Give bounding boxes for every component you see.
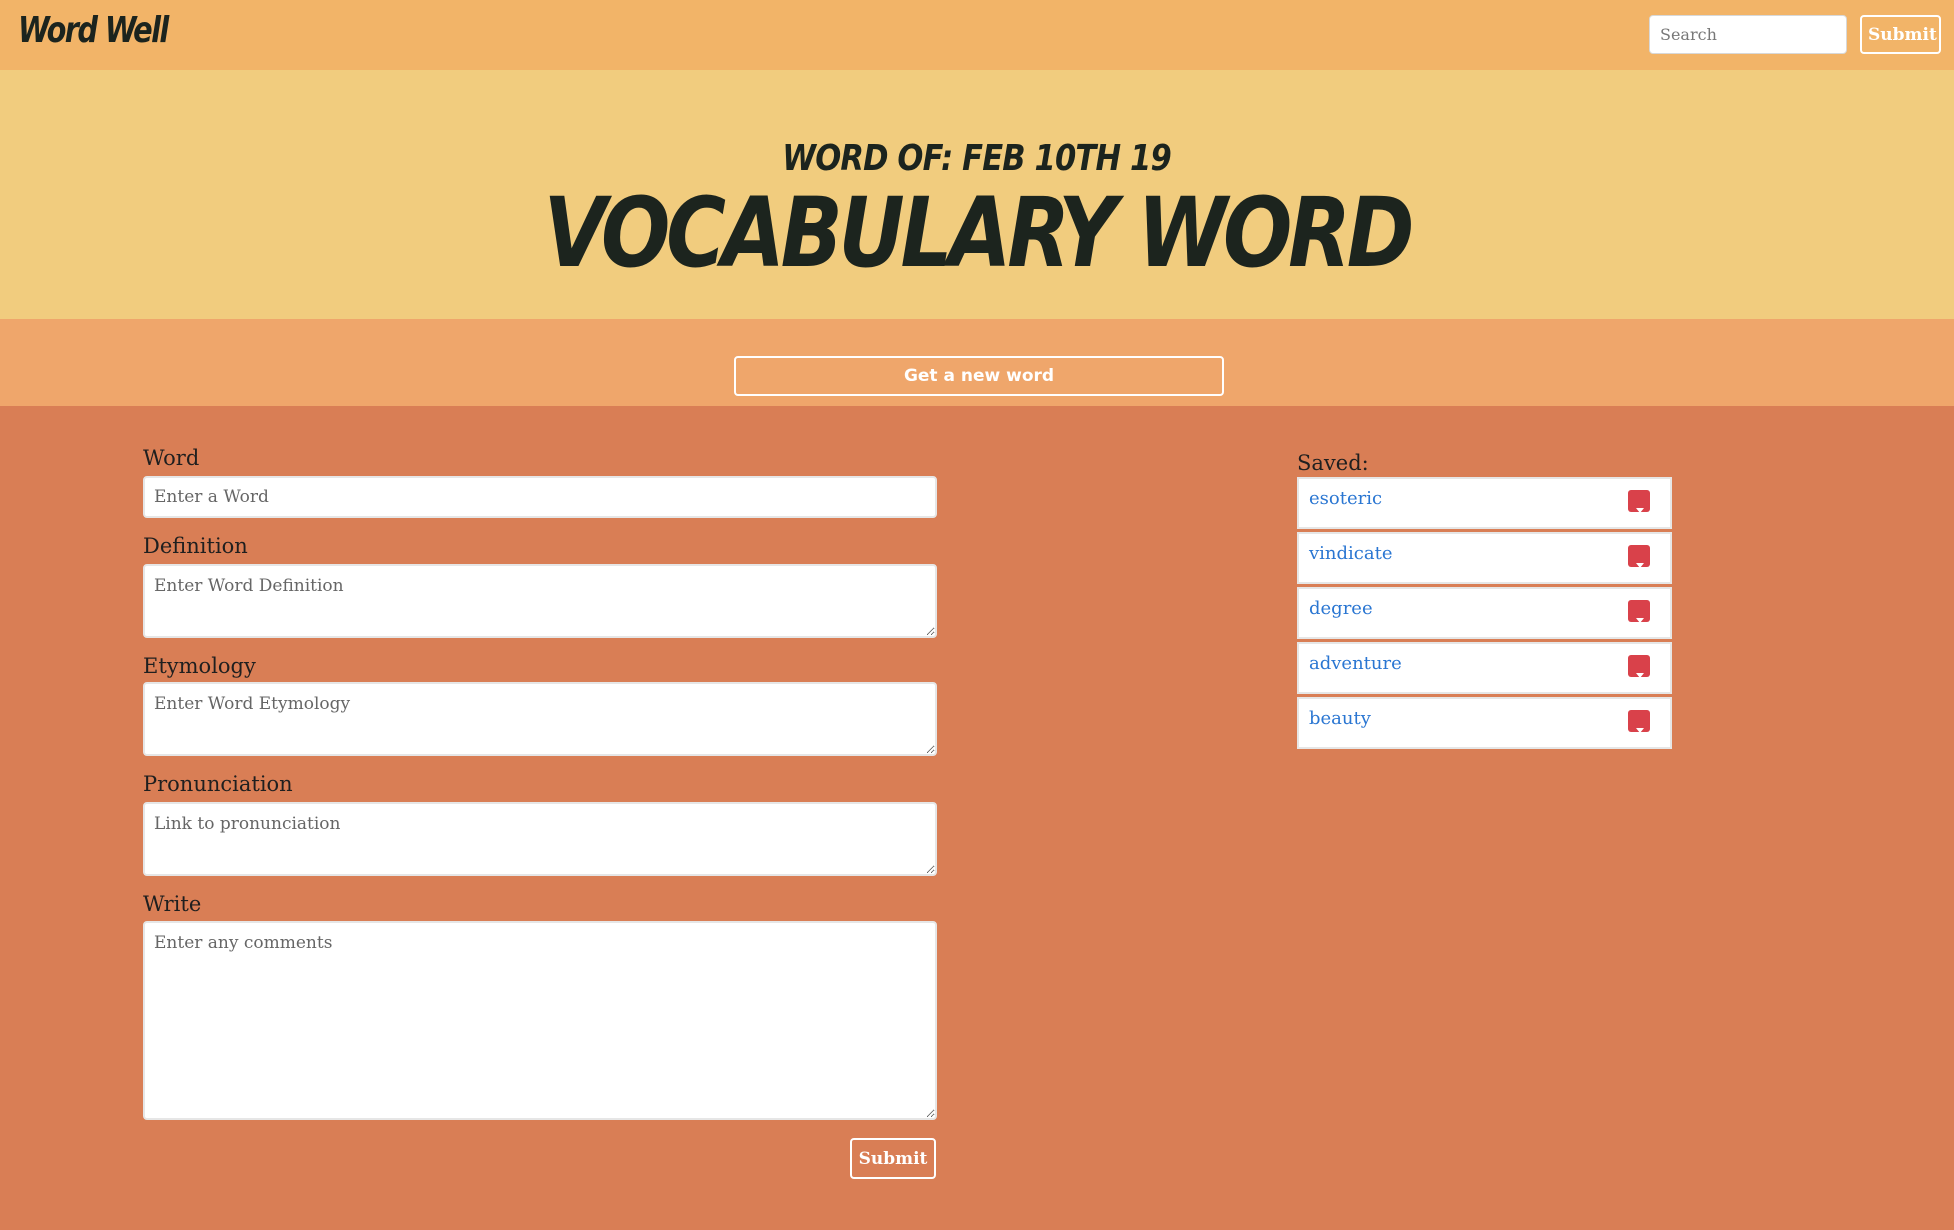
word-label: Word — [143, 446, 200, 470]
saved-word-item: adventure — [1297, 642, 1672, 694]
vocabulary-word-text: Vocabulary Word — [543, 177, 1415, 289]
word-input[interactable] — [143, 476, 937, 518]
write-comments-field[interactable] — [143, 921, 937, 1120]
pronunciation-field[interactable] — [143, 802, 937, 876]
etymology-field[interactable] — [143, 682, 937, 756]
definition-label: Definition — [143, 534, 248, 558]
saved-word-link[interactable]: adventure — [1309, 653, 1402, 674]
saved-word-item: esoteric — [1297, 477, 1672, 529]
saved-word-item: degree — [1297, 587, 1672, 639]
write-label: Write — [143, 892, 202, 916]
delete-dropdown-icon[interactable] — [1628, 600, 1650, 623]
delete-dropdown-icon[interactable] — [1628, 655, 1650, 678]
get-new-word-button[interactable]: Get a new word — [734, 356, 1224, 396]
word-date-text: Word of: Feb 10th 19 — [782, 138, 1172, 179]
saved-word-item: beauty — [1297, 697, 1672, 749]
brand-logo[interactable]: Word Well — [18, 10, 169, 51]
saved-word-link[interactable]: degree — [1309, 598, 1373, 619]
delete-dropdown-icon[interactable] — [1628, 490, 1650, 513]
saved-word-link[interactable]: beauty — [1309, 708, 1371, 729]
pronunciation-label: Pronunciation — [143, 772, 293, 796]
word-date-heading: Word of: Feb 10th 19 — [0, 138, 1954, 179]
saved-word-link[interactable]: esoteric — [1309, 488, 1382, 509]
saved-words-list: esoteric vindicate degree adventure beau… — [1297, 477, 1672, 752]
new-word-bar: Get a new word — [0, 319, 1954, 406]
delete-dropdown-icon[interactable] — [1628, 545, 1650, 568]
etymology-label: Etymology — [143, 654, 256, 678]
definition-field[interactable] — [143, 564, 937, 638]
search-input[interactable] — [1649, 15, 1847, 54]
saved-heading: Saved: — [1297, 451, 1369, 475]
navbar: Word Well Submit — [0, 0, 1954, 70]
delete-dropdown-icon[interactable] — [1628, 710, 1650, 733]
search-submit-button[interactable]: Submit — [1860, 15, 1941, 54]
saved-word-item: vindicate — [1297, 532, 1672, 584]
vocabulary-word-heading: Vocabulary Word — [0, 185, 1954, 281]
saved-word-link[interactable]: vindicate — [1309, 543, 1393, 564]
word-of-the-day-hero: Word of: Feb 10th 19 Vocabulary Word — [0, 70, 1954, 319]
form-submit-button[interactable]: Submit — [850, 1138, 936, 1179]
